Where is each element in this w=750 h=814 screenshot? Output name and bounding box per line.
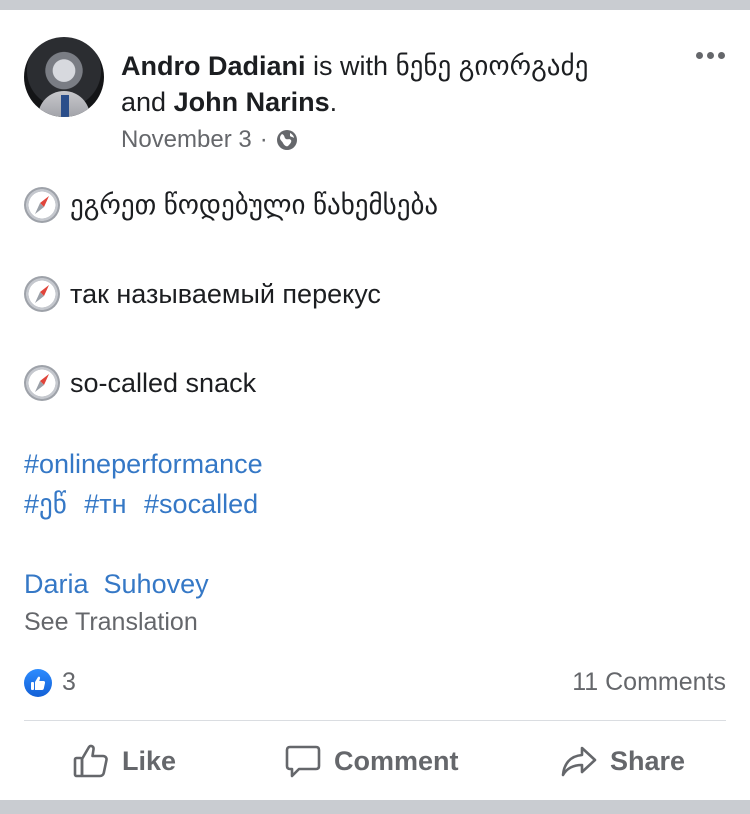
like-label: Like — [122, 745, 177, 776]
bottom-separator — [0, 800, 750, 814]
post-text-line: so-called snack — [24, 365, 256, 401]
tagged-user-1[interactable]: ნენე გიორგაძე — [396, 51, 589, 81]
with-text: is with — [313, 51, 389, 81]
see-translation-link[interactable]: See Translation — [24, 608, 198, 637]
comment-label: Comment — [334, 745, 459, 776]
avatar[interactable] — [24, 37, 104, 117]
and-text: and — [121, 87, 167, 117]
post-text-russian: так называемый перекус — [70, 278, 381, 309]
post-text-georgian: ეგრეთ წოდებული წახემსება — [70, 189, 439, 220]
avatar-tie — [61, 95, 69, 117]
post-header-continued: and John Narins. — [121, 84, 337, 120]
tagged-user-2[interactable]: John Narins — [174, 87, 330, 117]
compass-icon — [24, 365, 60, 401]
more-options-icon[interactable] — [692, 46, 728, 64]
hashtag-link[interactable]: #socalled — [144, 489, 258, 519]
top-separator — [0, 0, 750, 10]
like-reaction-icon — [24, 668, 52, 697]
post-date[interactable]: November 3 — [121, 126, 252, 154]
share-label: Share — [610, 745, 686, 776]
hashtag-line: #ეწ #тн #socalled — [24, 489, 268, 520]
hashtag-line: #onlineperformance — [24, 449, 273, 480]
comments-count[interactable]: 11 Comments — [572, 668, 726, 697]
mention-link[interactable]: Daria Suhovey — [24, 569, 209, 600]
share-button[interactable]: Share — [560, 742, 685, 780]
compass-icon — [24, 187, 60, 223]
thumbs-up-icon — [73, 744, 108, 778]
more-dot — [695, 51, 703, 59]
hashtag-link[interactable]: #onlineperformance — [24, 449, 263, 479]
author-name[interactable]: Andro Dadiani — [121, 51, 306, 81]
reactions-summary[interactable]: 3 — [24, 668, 76, 697]
post-meta: November 3 · — [121, 126, 298, 154]
meta-separator: · — [259, 126, 268, 153]
post-text-line: ეგრეთ წოდებული წახემსება — [24, 187, 438, 223]
globe-icon[interactable] — [276, 129, 298, 151]
divider — [24, 720, 726, 721]
post-header: Andro Dadiani is with ნენე გიორგაძე — [121, 48, 588, 84]
post-text-line: так называемый перекус — [24, 276, 381, 312]
like-count: 3 — [62, 668, 76, 696]
more-dot — [706, 51, 714, 59]
more-dot — [717, 51, 725, 59]
post-text-english: so-called snack — [70, 367, 257, 398]
compass-icon — [24, 276, 60, 312]
share-arrow-icon — [561, 746, 597, 777]
header-period: . — [329, 87, 338, 117]
comment-bubble-icon — [285, 745, 321, 778]
hashtag-link[interactable]: #ეწ — [24, 489, 67, 519]
comment-button[interactable]: Comment — [284, 742, 459, 780]
hashtag-link[interactable]: #тн — [84, 489, 126, 519]
like-button[interactable]: Like — [72, 742, 176, 780]
